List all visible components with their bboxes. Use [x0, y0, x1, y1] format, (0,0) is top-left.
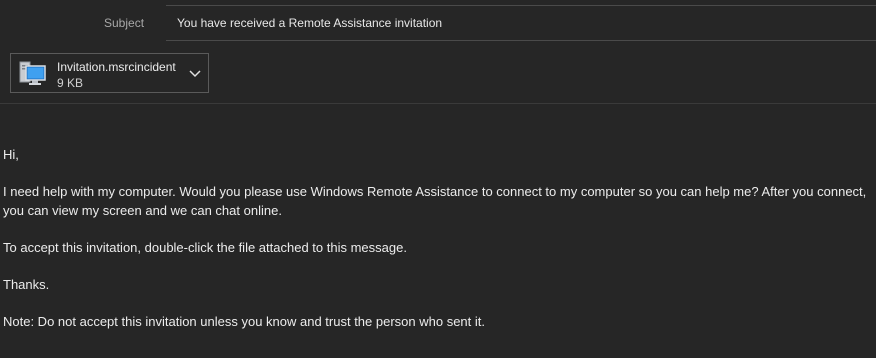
attachment-card[interactable]: Invitation.msrcincident 9 KB — [10, 53, 209, 93]
email-reading-pane: Subject You have received a Remote Assis… — [0, 0, 876, 358]
message-body: Hi, I need help with my computer. Would … — [3, 145, 871, 349]
subject-value: You have received a Remote Assistance in… — [177, 16, 443, 30]
subject-row: Subject You have received a Remote Assis… — [0, 0, 876, 46]
message-paragraph-2: To accept this invitation, double-click … — [3, 240, 407, 255]
header-divider — [0, 103, 876, 104]
message-note: Note: Do not accept this invitation unle… — [3, 314, 485, 329]
attachment-file-name: Invitation.msrcincident — [57, 60, 176, 74]
attachment-file-size: 9 KB — [57, 76, 84, 90]
message-paragraph-1: I need help with my computer. Would you … — [3, 184, 867, 218]
remote-assistance-computer-icon — [19, 61, 47, 87]
message-closing: Thanks. — [3, 277, 50, 292]
subject-field[interactable]: You have received a Remote Assistance in… — [166, 5, 876, 41]
subject-label: Subject — [104, 16, 145, 30]
message-greeting: Hi, — [3, 147, 19, 162]
chevron-down-icon[interactable] — [188, 67, 202, 79]
